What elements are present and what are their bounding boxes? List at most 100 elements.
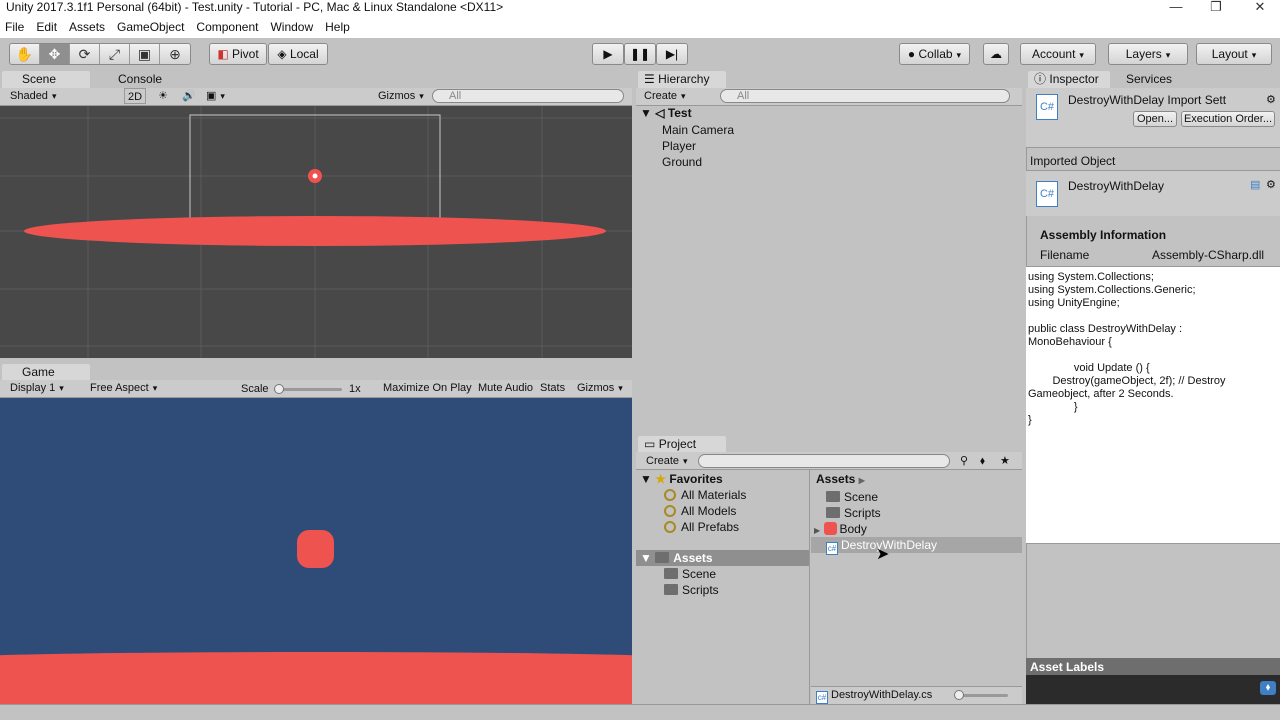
- shading-dropdown[interactable]: Shaded: [10, 88, 118, 104]
- menu-file[interactable]: File: [0, 20, 29, 34]
- hierarchy-item-ground[interactable]: Ground: [662, 154, 702, 170]
- favorite-all-models[interactable]: All Models: [664, 503, 736, 519]
- icon-size-slider-thumb[interactable]: [954, 690, 964, 700]
- filter-type-icon[interactable]: ⚲: [960, 453, 968, 469]
- effects-icon[interactable]: ▣: [206, 88, 225, 104]
- tab-console[interactable]: Console: [98, 71, 188, 88]
- project-search-input[interactable]: [698, 454, 950, 468]
- open-button[interactable]: Open...: [1133, 111, 1177, 127]
- favorite-all-prefabs[interactable]: All Prefabs: [664, 519, 739, 535]
- csharp-script-icon: C#: [1036, 181, 1058, 207]
- tree-folder-scene[interactable]: Scene: [664, 566, 716, 582]
- move-tool-icon[interactable]: ✥: [40, 44, 70, 64]
- pause-icon: ❚❚: [629, 47, 651, 61]
- cloud-button[interactable]: ☁: [983, 43, 1009, 65]
- play-button[interactable]: ▶: [592, 43, 624, 65]
- layout-dropdown[interactable]: Layout: [1196, 43, 1272, 65]
- restore-icon[interactable]: ❐: [1196, 0, 1236, 16]
- assets-breadcrumb[interactable]: Assets ▶: [816, 471, 865, 487]
- label-tag-icon[interactable]: ⬧: [1260, 681, 1276, 695]
- assets-root[interactable]: ▼ Assets: [640, 550, 713, 566]
- tab-scene[interactable]: Scene: [2, 71, 90, 88]
- scale-slider[interactable]: [274, 384, 342, 394]
- menu-gameobject[interactable]: GameObject: [112, 20, 189, 34]
- collab-button[interactable]: ● Collab: [899, 43, 970, 65]
- favorite-all-materials[interactable]: All Materials: [664, 487, 746, 503]
- account-dropdown[interactable]: Account: [1020, 43, 1096, 65]
- tab-project[interactable]: ▭ Project: [638, 436, 726, 453]
- minimize-icon[interactable]: —: [1156, 0, 1196, 16]
- hierarchy-item-main-camera[interactable]: Main Camera: [662, 122, 734, 138]
- favorite-star-icon[interactable]: ★: [1000, 453, 1010, 469]
- hand-tool-icon[interactable]: ✋: [10, 44, 40, 64]
- folder-label: Scene: [682, 567, 717, 581]
- filter-label-icon[interactable]: ⬧: [980, 453, 985, 469]
- display-dropdown[interactable]: Display 1: [10, 380, 80, 396]
- menu-window[interactable]: Window: [265, 20, 318, 34]
- mute-audio-toggle[interactable]: Mute Audio: [478, 380, 533, 396]
- game-viewport[interactable]: [0, 398, 632, 704]
- maximize-on-play-toggle[interactable]: Maximize On Play: [383, 380, 472, 396]
- window-title-bar: Unity 2017.3.1f1 Personal (64bit) - Test…: [0, 0, 1280, 16]
- expand-arrow-icon: ▶: [814, 526, 821, 535]
- scale-tool-icon[interactable]: ⤢: [100, 44, 130, 64]
- scene-gizmos-dropdown[interactable]: Gizmos: [378, 88, 424, 104]
- icon-size-slider[interactable]: [954, 690, 1008, 700]
- favorite-label: All Prefabs: [681, 520, 740, 534]
- help-book-icon[interactable]: ▤: [1250, 177, 1260, 193]
- collab-icon: ●: [907, 47, 916, 61]
- lighting-icon[interactable]: ☀: [158, 88, 168, 104]
- menu-edit[interactable]: Edit: [31, 20, 62, 34]
- step-icon: ▶|: [665, 47, 679, 61]
- hierarchy-icon: ☰: [644, 72, 655, 86]
- folder-icon: [664, 568, 678, 579]
- favorite-label: All Materials: [681, 488, 747, 502]
- scene-viewport[interactable]: [0, 106, 632, 358]
- asset-folder-scripts[interactable]: Scripts: [826, 505, 881, 521]
- execution-order-button[interactable]: Execution Order...: [1181, 111, 1275, 127]
- rect-tool-icon[interactable]: ▣: [130, 44, 160, 64]
- pivot-button[interactable]: ◧ Pivot: [209, 43, 267, 65]
- settings-gear-icon[interactable]: ⚙: [1266, 92, 1276, 108]
- rotate-tool-icon[interactable]: ⟳: [70, 44, 100, 64]
- search-query-icon: [664, 521, 676, 533]
- tab-services[interactable]: Services: [1118, 71, 1198, 88]
- asset-prefab-body[interactable]: ▶ Body: [814, 521, 867, 537]
- game-gizmos-dropdown[interactable]: Gizmos: [577, 380, 623, 396]
- hierarchy-scene-root[interactable]: ▼ ◁ Test: [640, 105, 692, 121]
- close-icon[interactable]: ✕: [1240, 0, 1280, 16]
- search-query-icon: [664, 489, 676, 501]
- pivot-icon: ◧: [217, 47, 229, 61]
- project-create-dropdown[interactable]: Create: [646, 453, 688, 469]
- 2d-toggle[interactable]: 2D: [124, 88, 146, 104]
- tab-inspector[interactable]: ⓘ Inspector: [1028, 71, 1110, 88]
- step-button[interactable]: ▶|: [656, 43, 688, 65]
- pause-button[interactable]: ❚❚: [624, 43, 656, 65]
- tab-game[interactable]: Game: [2, 364, 90, 381]
- audio-icon[interactable]: 🔊: [182, 88, 196, 104]
- favorites-root[interactable]: ▼ ★ Favorites: [640, 471, 723, 487]
- tree-folder-scripts[interactable]: Scripts: [664, 582, 719, 598]
- hierarchy-search-input[interactable]: All: [720, 89, 1010, 103]
- menu-component[interactable]: Component: [191, 20, 263, 34]
- menu-help[interactable]: Help: [320, 20, 355, 34]
- account-label: Account: [1032, 47, 1076, 61]
- asset-folder-scene[interactable]: Scene: [826, 489, 878, 505]
- tab-hierarchy[interactable]: ☰ Hierarchy: [638, 71, 726, 88]
- stats-toggle[interactable]: Stats: [540, 380, 565, 396]
- hierarchy-item-player[interactable]: Player: [662, 138, 696, 154]
- hierarchy-create-dropdown[interactable]: Create: [644, 88, 686, 104]
- settings-gear-icon[interactable]: ⚙: [1266, 177, 1276, 193]
- tab-project-label: Project: [658, 437, 697, 451]
- expand-arrow-icon: ▼: [640, 551, 652, 565]
- scale-slider-thumb[interactable]: [274, 384, 284, 394]
- scene-ground[interactable]: [24, 216, 606, 246]
- layers-dropdown[interactable]: Layers: [1108, 43, 1188, 65]
- menu-assets[interactable]: Assets: [64, 20, 110, 34]
- aspect-dropdown[interactable]: Free Aspect: [90, 380, 234, 396]
- aspect-label: Free Aspect: [90, 382, 149, 394]
- transform-tool-icon[interactable]: ⊕: [160, 44, 190, 64]
- local-button[interactable]: ◈ Local: [268, 43, 328, 65]
- scene-search-input[interactable]: All: [432, 89, 624, 103]
- assets-root-label: Assets: [673, 551, 713, 565]
